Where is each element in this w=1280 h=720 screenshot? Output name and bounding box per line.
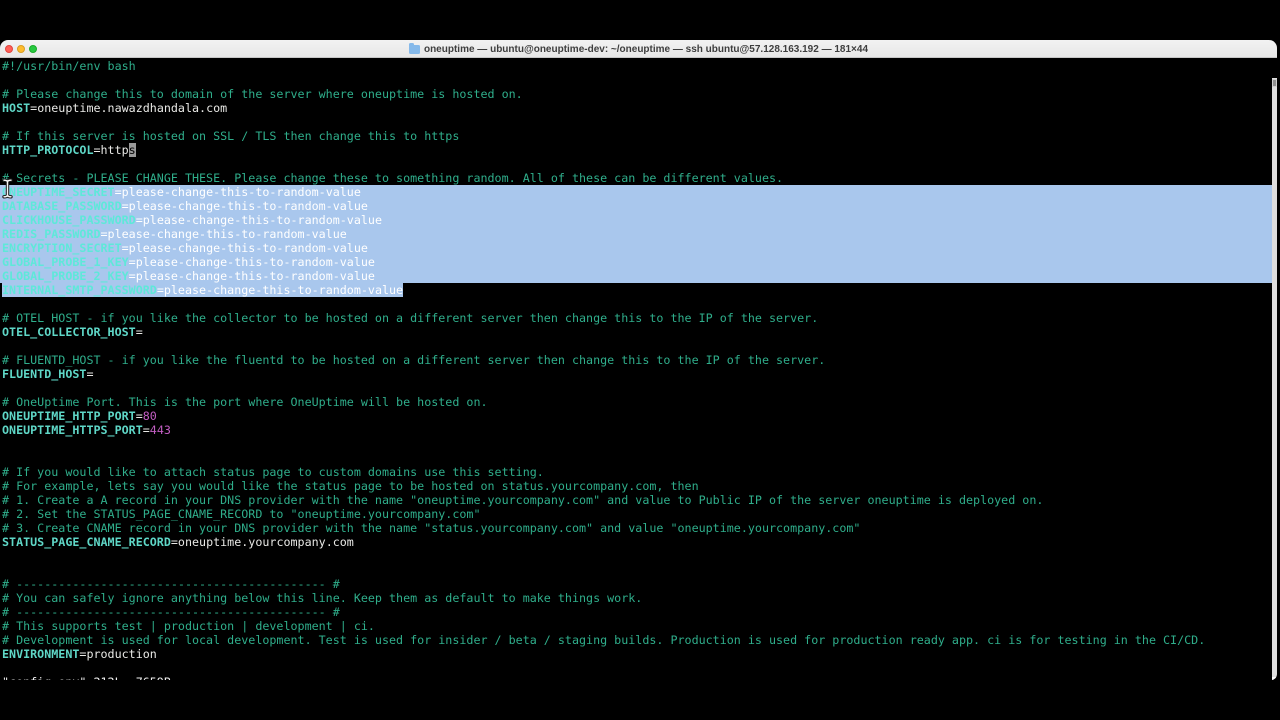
terminal-line: #!/usr/bin/env bash <box>2 59 136 73</box>
terminal-line: # This supports test | production | deve… <box>2 619 375 633</box>
scrollbar[interactable] <box>1272 78 1277 680</box>
terminal-line: # For example, lets say you would like t… <box>2 479 699 493</box>
terminal-line: GLOBAL_PROBE_1_KEY=please-change-this-to… <box>0 255 1277 269</box>
terminal-line: GLOBAL_PROBE_2_KEY=please-change-this-to… <box>0 269 1277 283</box>
terminal-line: REDIS_PASSWORD=please-change-this-to-ran… <box>0 227 1277 241</box>
terminal-window: oneuptime — ubuntu@oneuptime-dev: ~/oneu… <box>0 40 1277 680</box>
terminal-line: ONEUPTIME_HTTPS_PORT=443 <box>2 423 171 437</box>
terminal-line: # Please change this to domain of the se… <box>2 87 523 101</box>
terminal-line: ENVIRONMENT=production <box>2 647 157 661</box>
terminal-line: INTERNAL_SMTP_PASSWORD=please-change-thi… <box>2 283 404 297</box>
window-title-text: oneuptime — ubuntu@oneuptime-dev: ~/oneu… <box>423 43 869 55</box>
terminal-line: # FLUENTD_HOST - if you like the fluentd… <box>2 353 826 367</box>
window-titlebar[interactable]: oneuptime — ubuntu@oneuptime-dev: ~/oneu… <box>0 40 1277 58</box>
terminal-line: # If this server is hosted on SSL / TLS … <box>2 129 460 143</box>
scrollbar-track-end <box>1272 677 1277 680</box>
vim-file-info: "config.env" 212L, 7659B <box>2 675 171 680</box>
screen: oneuptime — ubuntu@oneuptime-dev: ~/oneu… <box>0 0 1280 720</box>
terminal-line: # 1. Create a A record in your DNS provi… <box>2 493 1044 507</box>
proxy-folder-icon <box>408 42 420 54</box>
terminal-line: # 3. Create CNAME record in your DNS pro… <box>2 521 861 535</box>
terminal-line: # 2. Set the STATUS_PAGE_CNAME_RECORD to… <box>2 507 481 521</box>
terminal-line: # OTEL HOST - if you like the collector … <box>2 311 819 325</box>
terminal-screen[interactable]: #!/usr/bin/env bash # Please change this … <box>0 59 1277 680</box>
vim-status-line: "config.env" 212L, 7659B 7,19 Top <box>0 661 1277 680</box>
terminal-line: HOST=oneuptime.nawazdhandala.com <box>2 101 228 115</box>
terminal-line: # You can safely ignore anything below t… <box>2 591 643 605</box>
terminal-line: # Secrets - PLEASE CHANGE THESE. Please … <box>2 171 784 185</box>
terminal-line: # OneUptime Port. This is the port where… <box>2 395 488 409</box>
terminal-line: ONEUPTIME_SECRET=please-change-this-to-r… <box>0 185 1277 199</box>
terminal-line: ENCRYPTION_SECRET=please-change-this-to-… <box>0 241 1277 255</box>
terminal-line: # If you would like to attach status pag… <box>2 465 544 479</box>
terminal-line: CLICKHOUSE_PASSWORD=please-change-this-t… <box>0 213 1277 227</box>
scrollbar-thumb[interactable] <box>1272 79 1277 87</box>
terminal-line: # Development is used for local developm… <box>2 633 1206 647</box>
terminal-line: ONEUPTIME_HTTP_PORT=80 <box>2 409 157 423</box>
terminal-line: OTEL_COLLECTOR_HOST= <box>2 325 143 339</box>
terminal-line: # --------------------------------------… <box>2 577 340 591</box>
terminal-line: FLUENTD_HOST= <box>2 367 94 381</box>
terminal-line: # --------------------------------------… <box>2 605 340 619</box>
terminal-line: STATUS_PAGE_CNAME_RECORD=oneuptime.yourc… <box>2 535 354 549</box>
mouse-ibeam-cursor <box>2 178 13 199</box>
window-title: oneuptime — ubuntu@oneuptime-dev: ~/oneu… <box>0 40 1277 58</box>
terminal-line: HTTP_PROTOCOL=https <box>2 143 136 157</box>
terminal-buffer: #!/usr/bin/env bash # Please change this … <box>0 59 1277 661</box>
terminal-line: DATABASE_PASSWORD=please-change-this-to-… <box>0 199 1277 213</box>
